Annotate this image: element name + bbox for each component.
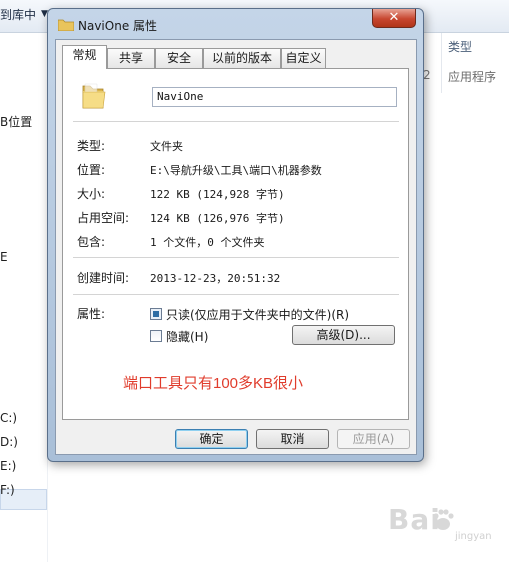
created-label: 创建时间: bbox=[77, 271, 130, 285]
tab-customize[interactable]: 自定义 bbox=[281, 48, 326, 68]
navigation-pane: B位置 E C:) D:) E:) F:) bbox=[0, 33, 48, 562]
contains-label: 包含: bbox=[77, 235, 106, 249]
folder-icon bbox=[82, 83, 106, 109]
baidu-paw-icon bbox=[433, 509, 454, 530]
size-value: 122 KB (124,928 字节) bbox=[150, 188, 285, 201]
annotation-text: 端口工具只有100多KB很小 bbox=[123, 375, 304, 392]
folder-name-input[interactable]: NaviOne bbox=[152, 87, 397, 107]
contains-value: 1 个文件，0 个文件夹 bbox=[150, 236, 265, 249]
attributes-label: 属性: bbox=[77, 307, 106, 321]
size-label: 大小: bbox=[77, 187, 106, 201]
include-in-library-button[interactable]: 到库中 bbox=[0, 6, 36, 23]
properties-dialog: NaviOne 属性 ✕ 常规 共享 安全 以前的版本 自定义 NaviOne … bbox=[47, 8, 424, 462]
created-value: 2013-12-23，20:51:32 bbox=[150, 272, 281, 285]
readonly-label[interactable]: 只读(仅应用于文件夹中的文件)(R) bbox=[166, 306, 349, 323]
column-divider[interactable] bbox=[441, 33, 442, 93]
tab-previous-versions[interactable]: 以前的版本 bbox=[203, 48, 281, 68]
dialog-client-area: 常规 共享 安全 以前的版本 自定义 NaviOne 类型: 文件夹 位置: E… bbox=[55, 39, 417, 455]
disk-size-label: 占用空间: bbox=[77, 211, 130, 225]
tab-security[interactable]: 安全 bbox=[155, 48, 203, 68]
divider bbox=[73, 121, 399, 122]
readonly-checkbox[interactable] bbox=[150, 308, 162, 320]
apply-button[interactable]: 应用(A) bbox=[337, 429, 410, 449]
file-type-cell[interactable]: 应用程序 bbox=[448, 68, 496, 85]
close-button[interactable]: ✕ bbox=[372, 9, 416, 28]
divider bbox=[73, 257, 399, 258]
nav-item-drive-d[interactable]: D:) bbox=[0, 435, 18, 449]
folder-icon bbox=[58, 19, 74, 31]
dialog-title: NaviOne 属性 bbox=[78, 19, 158, 33]
watermark-subtitle: jingyan bbox=[455, 531, 492, 542]
tab-general[interactable]: 常规 bbox=[62, 45, 107, 69]
hidden-label[interactable]: 隐藏(H) bbox=[166, 328, 208, 345]
hidden-checkbox[interactable] bbox=[150, 330, 162, 342]
general-panel: NaviOne 类型: 文件夹 位置: E:\导航升级\工具\端口\机器参数 大… bbox=[62, 68, 409, 420]
nav-item-drive-e[interactable]: E:) bbox=[0, 459, 16, 473]
cancel-button[interactable]: 取消 bbox=[256, 429, 329, 449]
type-label: 类型: bbox=[77, 139, 106, 153]
column-header-type[interactable]: 类型 bbox=[448, 38, 472, 55]
location-value: E:\导航升级\工具\端口\机器参数 bbox=[150, 164, 322, 177]
disk-size-value: 124 KB (126,976 字节) bbox=[150, 212, 285, 225]
advanced-button[interactable]: 高级(D)... bbox=[292, 325, 395, 345]
location-label: 位置: bbox=[77, 163, 106, 177]
nav-item-locations[interactable]: B位置 bbox=[0, 113, 32, 130]
nav-item-drive-c[interactable]: C:) bbox=[0, 411, 17, 425]
file-cell-fragment: 2 bbox=[423, 68, 431, 82]
nav-item-drive-f[interactable]: F:) bbox=[0, 483, 15, 497]
ok-button[interactable]: 确定 bbox=[175, 429, 248, 449]
close-icon: ✕ bbox=[388, 10, 400, 25]
type-value: 文件夹 bbox=[150, 140, 183, 153]
tab-sharing[interactable]: 共享 bbox=[107, 48, 155, 68]
nav-item-e[interactable]: E bbox=[0, 250, 8, 264]
divider bbox=[73, 294, 399, 295]
